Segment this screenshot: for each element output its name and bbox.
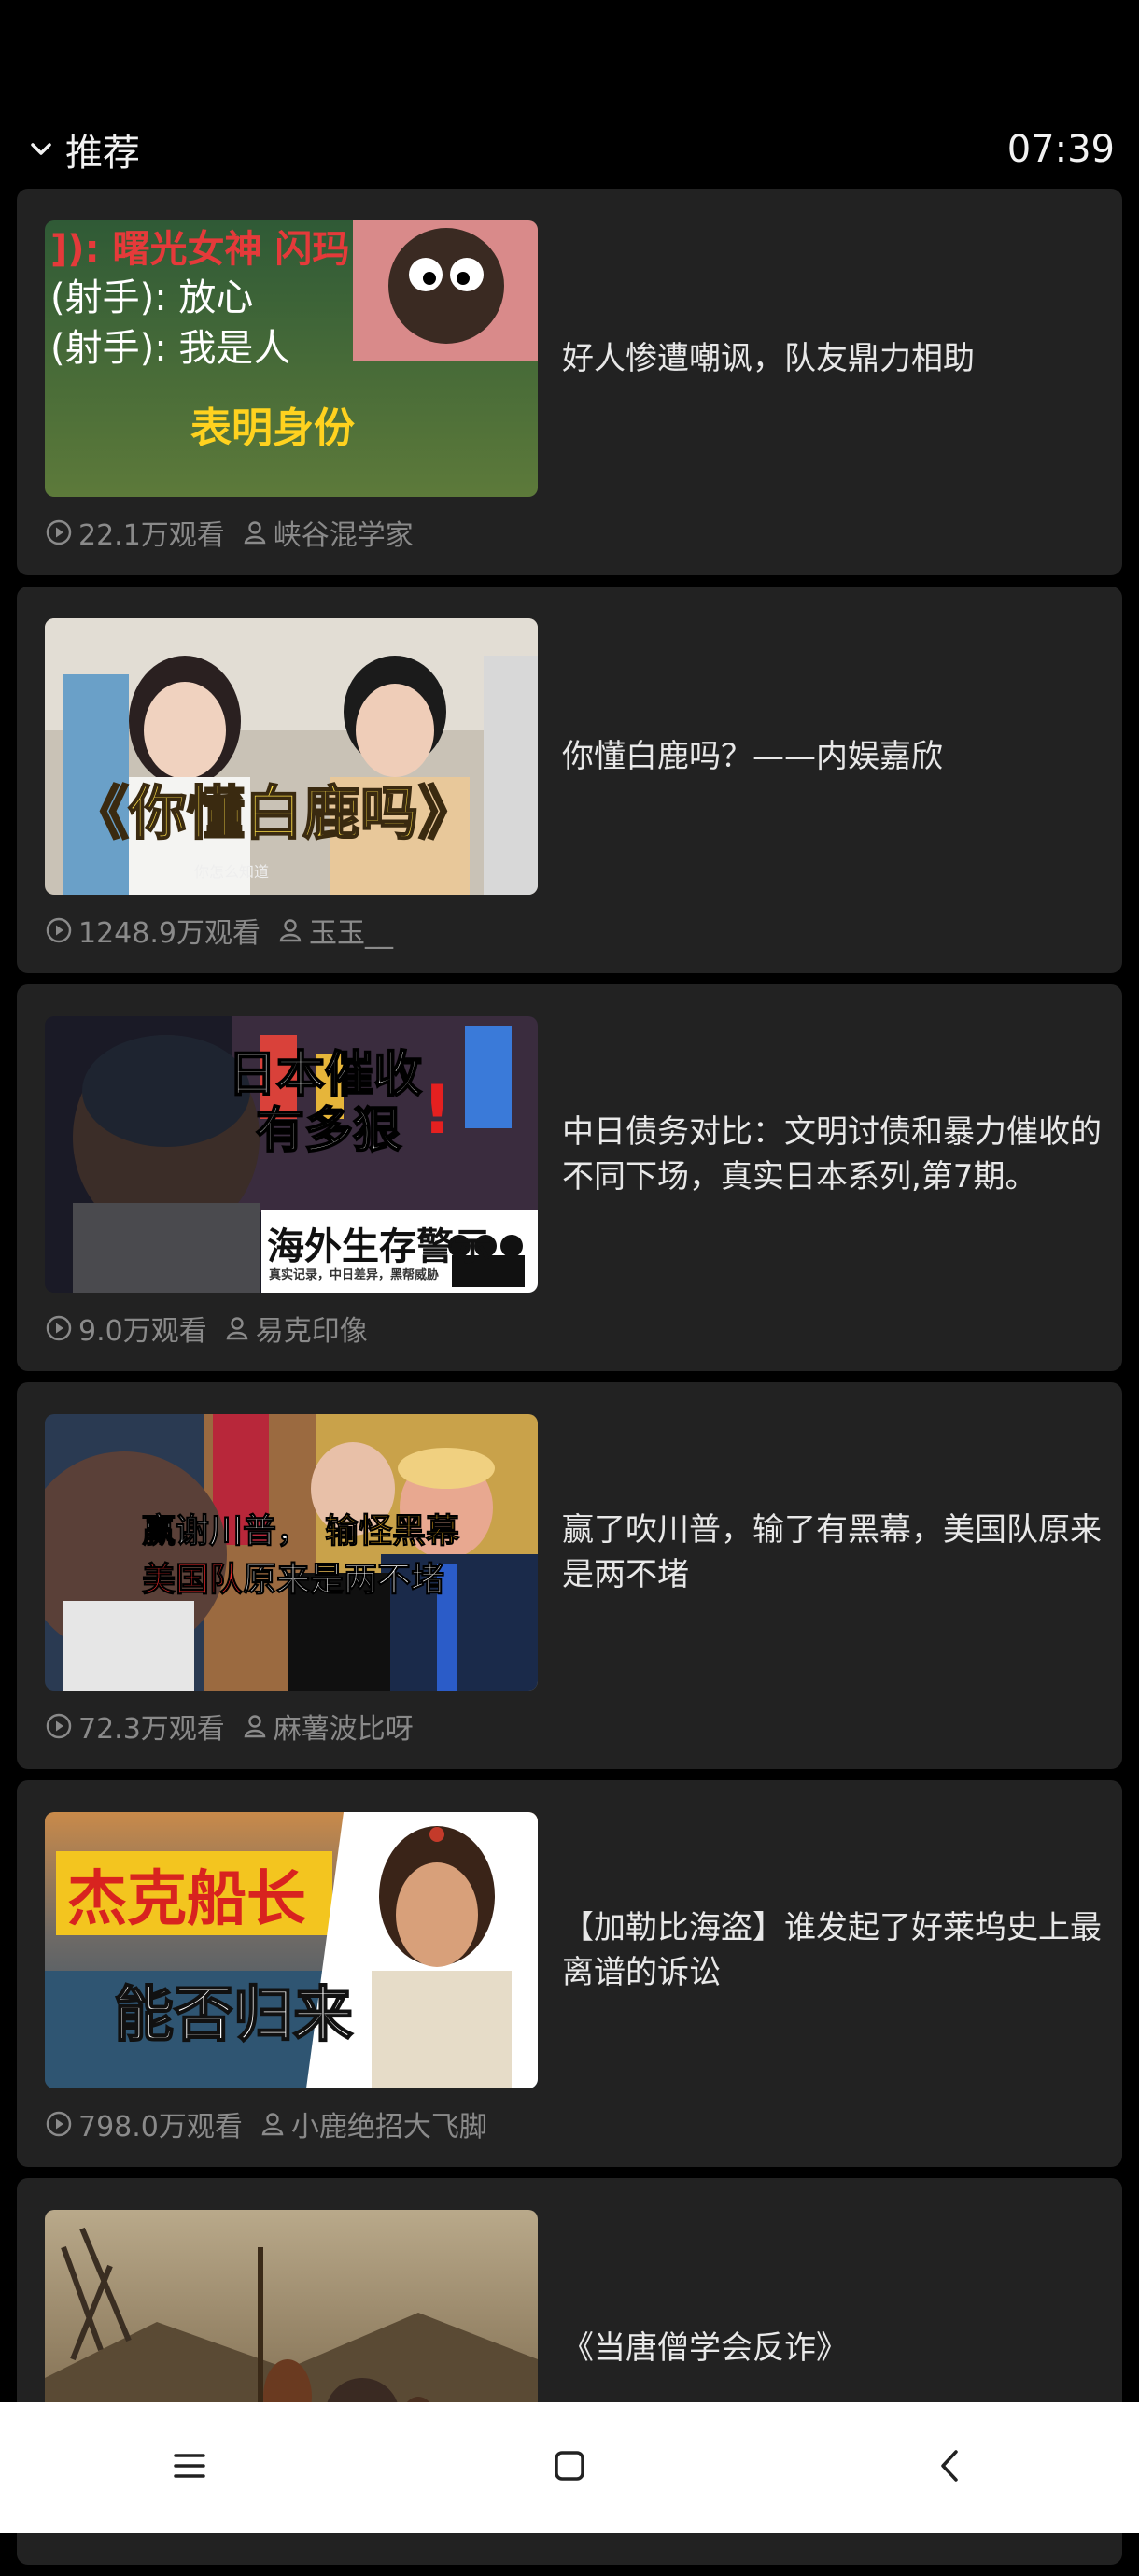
home-button[interactable] (513, 2421, 626, 2514)
author-name: 小鹿绝招大飞脚 (290, 2111, 487, 2144)
user-icon (242, 519, 268, 545)
feed-selector[interactable]: 推荐 (28, 121, 140, 177)
play-circle-icon (45, 1314, 73, 1342)
view-count-text: 798.0万观看 (78, 2111, 243, 2144)
thumbnail-caption: 你怎么知道 (194, 863, 270, 881)
video-title[interactable]: 好人惨遭嘲讽，队友鼎力相助 (562, 220, 1104, 497)
thumbnail-caption: 《你懂白鹿吗》 (70, 778, 477, 848)
video-meta: 1248.9万观看 玉玉__ (45, 910, 393, 951)
thumbnail-caption: 赢谢川普， (141, 1512, 311, 1551)
author[interactable]: 峡谷混学家 (242, 512, 414, 553)
video-thumbnail[interactable]: 赢谢川普， 输怪黑幕 美国队 原来是两不堵 (45, 1414, 538, 1691)
thumbnail-caption: 杰克船长 (67, 1865, 306, 1934)
video-title[interactable]: 【加勒比海盗】谁发起了好莱坞史上最离谱的诉讼 (562, 1812, 1104, 2088)
video-thumbnail[interactable]: 杰克船长 能否归来 (45, 1812, 538, 2088)
video-title[interactable]: 中日债务对比：文明讨债和暴力催收的不同下场，真实日本系列,第7期。 (562, 1016, 1104, 1293)
home-icon (554, 2450, 585, 2485)
chevron-down-icon (28, 136, 54, 163)
video-title[interactable]: 赢了吹川普，输了有黑幕，美国队原来是两不堵 (562, 1414, 1104, 1691)
back-icon (938, 2449, 961, 2486)
author[interactable]: 麻薯波比呀 (242, 1706, 414, 1747)
view-count: 22.1万观看 (45, 512, 225, 553)
thumbnail-caption: 真实记录，中日差异，黑帮威胁 (269, 1268, 440, 1282)
clock: 07:39 (1006, 128, 1115, 171)
author-name: 易克印像 (255, 1315, 368, 1348)
play-circle-icon (45, 916, 73, 944)
video-thumbnail[interactable]: 日本催收 有多狠 ! 海外生存警示 真实记录，中日差异，黑帮威胁 (45, 1016, 538, 1293)
author-name: 麻薯波比呀 (273, 1713, 414, 1746)
user-icon (224, 1315, 250, 1341)
top-bar: 推荐 07:39 (0, 0, 1139, 187)
video-title[interactable]: 你懂白鹿吗？——内娱嘉欣 (562, 618, 1104, 895)
view-count: 72.3万观看 (45, 1706, 225, 1747)
view-count-text: 9.0万观看 (78, 1315, 207, 1348)
author-name: 玉玉__ (308, 917, 393, 950)
thumbnail-caption: 能否归来 (113, 1980, 354, 2051)
menu-button[interactable] (134, 2421, 246, 2514)
video-card[interactable]: 杰克船长 能否归来 【加勒比海盗】谁发起了好莱坞史上最离谱的诉讼 798.0万观… (17, 1780, 1122, 2167)
thumbnail-caption: 表明身份 (190, 404, 355, 452)
exclamation-mark: ! (422, 1070, 453, 1149)
view-count: 798.0万观看 (45, 2103, 243, 2144)
user-icon (242, 1713, 268, 1739)
back-button[interactable] (893, 2421, 1005, 2514)
view-count-text: 1248.9万观看 (78, 917, 260, 950)
author[interactable]: 易克印像 (224, 1308, 368, 1349)
system-navigation-bar (0, 2402, 1139, 2533)
video-meta: 22.1万观看 峡谷混学家 (45, 512, 414, 553)
menu-icon (173, 2452, 206, 2484)
video-meta: 9.0万观看 易克印像 (45, 1308, 368, 1349)
play-circle-icon (45, 2110, 73, 2138)
thumbnail-caption: 原来是两不堵 (242, 1561, 445, 1600)
feed-title: 推荐 (65, 132, 140, 175)
view-count-text: 22.1万观看 (78, 519, 225, 552)
view-count-text: 72.3万观看 (78, 1713, 225, 1746)
video-meta: 798.0万观看 小鹿绝招大飞脚 (45, 2103, 487, 2144)
thumbnail-caption: 有多狠 (255, 1102, 402, 1160)
thumbnail-caption: (射手): 我是人 (50, 327, 291, 370)
video-thumbnail[interactable]: ]): 曙光女神 闪玛 (射手): 放心 (射手): 我是人 表明身份 (45, 220, 538, 497)
view-count: 1248.9万观看 (45, 910, 260, 951)
video-meta: 72.3万观看 麻薯波比呀 (45, 1706, 414, 1747)
view-count: 9.0万观看 (45, 1308, 207, 1349)
video-card[interactable]: 赢谢川普， 输怪黑幕 美国队 原来是两不堵 赢了吹川普，输了有黑幕，美国队原来是… (17, 1382, 1122, 1769)
thumbnail-caption: ]): 曙光女神 闪玛 (50, 228, 350, 271)
user-icon (260, 2111, 286, 2137)
thumbnail-caption: (射手): 放心 (50, 276, 254, 319)
play-circle-icon (45, 1712, 73, 1740)
author[interactable]: 小鹿绝招大飞脚 (260, 2103, 487, 2144)
user-icon (277, 917, 303, 943)
author[interactable]: 玉玉__ (277, 910, 393, 951)
video-card[interactable]: 《你懂白鹿吗》 你怎么知道 你懂白鹿吗？——内娱嘉欣 1248.9万观看 玉玉_… (17, 587, 1122, 973)
author-name: 峡谷混学家 (273, 519, 414, 552)
thumbnail-caption: 海外生存警示 (267, 1225, 491, 1268)
thumbnail-caption: 美国队 (141, 1561, 244, 1600)
thumbnail-caption: 输怪黑幕 (324, 1512, 460, 1551)
video-card[interactable]: 日本催收 有多狠 ! 海外生存警示 真实记录，中日差异，黑帮威胁 中日债务对比：… (17, 984, 1122, 1371)
video-card[interactable]: ]): 曙光女神 闪玛 (射手): 放心 (射手): 我是人 表明身份 好人惨遭… (17, 189, 1122, 575)
video-thumbnail[interactable]: 《你懂白鹿吗》 你怎么知道 (45, 618, 538, 895)
play-circle-icon (45, 518, 73, 546)
video-feed: ]): 曙光女神 闪玛 (射手): 放心 (射手): 我是人 表明身份 好人惨遭… (17, 189, 1122, 2576)
